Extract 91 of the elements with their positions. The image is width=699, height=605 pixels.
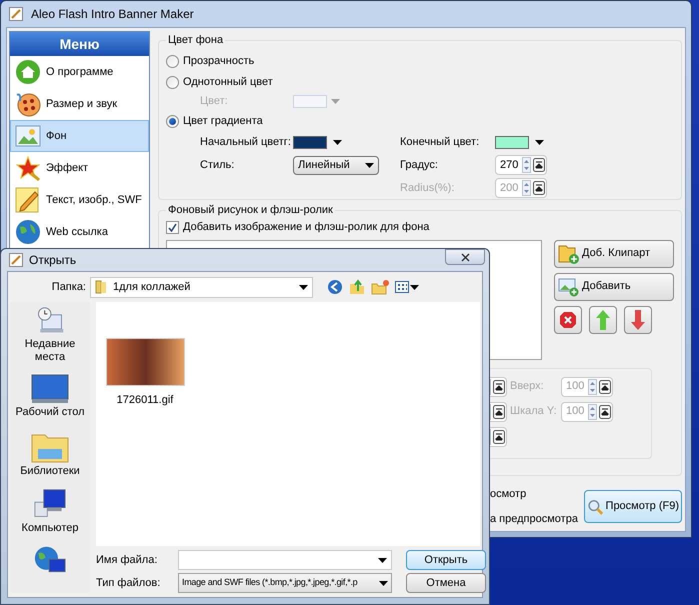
radio-button[interactable]: [166, 54, 179, 68]
house-icon: [15, 59, 41, 85]
field-label: Вверх:: [510, 379, 545, 394]
grid-view-icon: [395, 281, 409, 293]
pencil-icon: [9, 253, 23, 267]
caret-icon: [365, 162, 374, 168]
field-label: Шкала Y:: [510, 404, 558, 420]
option-label: а предпросмотра: [490, 512, 579, 526]
field-label: Конечный цвет:: [400, 135, 480, 150]
group-title: Фоновый рисунок и флэш-ролик: [167, 203, 334, 218]
menu-item[interactable]: Текст, изобр., SWF: [10, 184, 149, 216]
picture-icon: [15, 125, 41, 147]
radio-label: Прозрачность: [183, 54, 254, 69]
radio-button[interactable]: [166, 114, 179, 128]
field-label: Имя файла:: [96, 552, 158, 568]
caret-icon: [331, 99, 340, 104]
checkmark-icon: [168, 223, 177, 232]
star-icon: [15, 155, 41, 181]
add-button[interactable]: Доб. Клипарт: [554, 240, 674, 268]
menu-item[interactable]: Web ссылка: [10, 216, 149, 248]
style-dropdown[interactable]: Линейный: [293, 156, 379, 174]
spin-field[interactable]: 270: [495, 155, 547, 175]
arrow-down-icon: [631, 310, 645, 330]
dialog-title: Открыть: [29, 252, 78, 269]
menu-item[interactable]: Фон: [10, 120, 149, 152]
dropdown-icon[interactable]: [493, 430, 505, 444]
field-label: Градус:: [400, 158, 439, 173]
field-label: Начальный цветг:: [200, 135, 292, 150]
folder-plus-icon: [558, 242, 580, 264]
folder-icon: [95, 280, 107, 294]
dropdown-icon[interactable]: [599, 380, 611, 394]
caret-icon: [410, 284, 419, 290]
folder-dropdown[interactable]: 1для коллажей: [90, 276, 313, 298]
folder-label: Папка:: [50, 280, 87, 295]
field-label: Цвет:: [200, 94, 229, 110]
globe-icon: [15, 219, 41, 245]
menu-item[interactable]: Эффект: [10, 152, 149, 184]
place-item[interactable]: Компьютер: [15, 488, 85, 535]
folder-up-icon[interactable]: [349, 279, 365, 295]
radio-label: Однотонный цвет: [183, 74, 273, 90]
view-menu-button[interactable]: [395, 281, 419, 293]
close-icon: [460, 252, 470, 262]
dropdown-icon[interactable]: [533, 181, 545, 195]
field-label: Тип файлов:: [96, 576, 162, 591]
checkbox-label: Добавить изображение и флэш-ролик для фона: [183, 220, 430, 236]
place-item[interactable]: Библиотеки: [15, 429, 85, 478]
caret-icon: [299, 284, 308, 290]
caret-icon: [333, 140, 342, 145]
menu-item[interactable]: Размер и звук: [10, 88, 149, 120]
dropdown-icon[interactable]: [493, 380, 505, 394]
reel-icon: [15, 91, 41, 117]
field-label: Стиль:: [200, 158, 236, 173]
preview-button[interactable]: Просмотр (F9): [584, 490, 682, 523]
delete-icon: [559, 310, 577, 328]
monitor-icon: [31, 374, 69, 404]
pencil-icon: [15, 187, 41, 213]
close-button[interactable]: [445, 249, 485, 265]
dropdown-icon[interactable]: [533, 158, 545, 172]
move-up-button[interactable]: [589, 306, 617, 334]
file-name-field[interactable]: [178, 550, 392, 570]
computer-icon: [33, 488, 67, 520]
caret-icon: [378, 558, 387, 562]
delete-button[interactable]: [554, 306, 582, 334]
place-item[interactable]: Рабочий стол: [15, 374, 85, 419]
option-label: осмотр: [490, 487, 528, 502]
caret-icon: [535, 140, 544, 145]
place-item[interactable]: Недавние места: [15, 306, 85, 364]
add-button[interactable]: Добавить: [554, 272, 674, 300]
menu-item[interactable]: О программе: [10, 56, 149, 88]
checkbox[interactable]: [166, 221, 179, 234]
radio-label: Цвет градиента: [183, 114, 263, 129]
menu-header: Меню: [10, 32, 149, 56]
group-title: Цвет фона: [167, 33, 224, 48]
field-label: Radius(%):: [400, 180, 456, 196]
new-folder-icon[interactable]: [371, 279, 389, 295]
pencil-icon: [9, 7, 23, 21]
back-icon[interactable]: [327, 279, 343, 295]
open-button[interactable]: Открыть: [406, 550, 486, 570]
window-title: Aleo Flash Intro Banner Maker: [31, 6, 194, 23]
caret-icon: [379, 580, 388, 586]
picture-plus-icon: [558, 276, 580, 296]
color-swatch[interactable]: [293, 136, 327, 149]
dropdown-icon[interactable]: [493, 404, 505, 418]
cancel-button[interactable]: Отмена: [406, 573, 486, 593]
move-down-button[interactable]: [624, 306, 652, 334]
color-swatch[interactable]: [495, 136, 529, 149]
radio-button[interactable]: [166, 76, 179, 88]
dropdown-icon[interactable]: [599, 404, 611, 418]
file-item[interactable]: 1726011.gif: [104, 338, 186, 408]
file-type-dropdown[interactable]: Image and SWF files (*.bmp,*.jpg,*.jpeg,*.gif,*.p: [178, 573, 392, 593]
arrow-up-icon: [596, 310, 610, 330]
